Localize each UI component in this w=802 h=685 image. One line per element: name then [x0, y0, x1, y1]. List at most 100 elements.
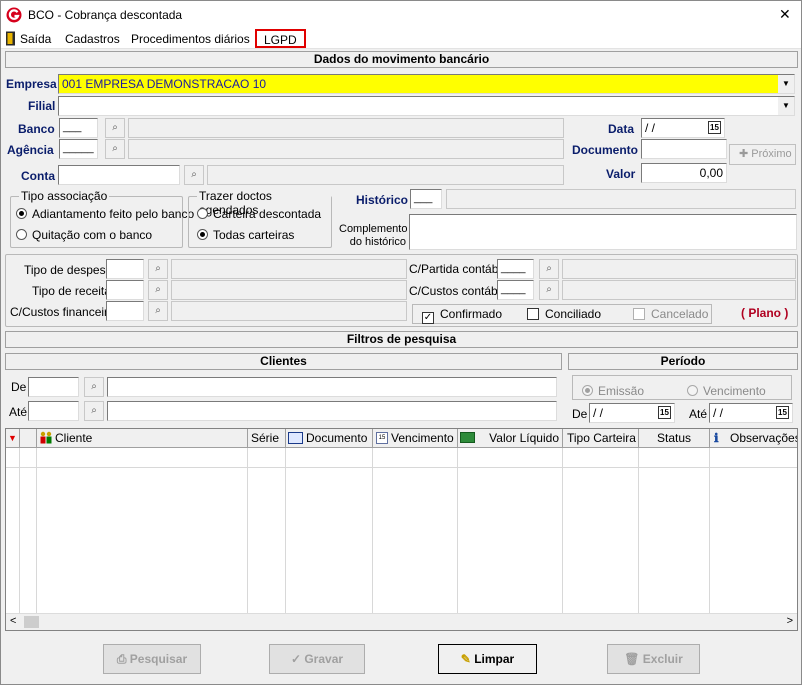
- pesquisar-label: Pesquisar: [129, 652, 188, 666]
- col-header-cliente[interactable]: Cliente: [37, 429, 248, 448]
- grid-column-line: [373, 448, 458, 613]
- col-header-serie[interactable]: Série: [248, 429, 286, 448]
- radio-quitacao[interactable]: Quitação com o banco: [16, 228, 152, 242]
- col-cliente-label: Cliente: [55, 431, 93, 445]
- horizontal-scrollbar[interactable]: < >: [6, 613, 797, 630]
- binoculars-icon[interactable]: ⌕: [184, 165, 204, 185]
- menu-procedimentos[interactable]: Procedimentos diários: [131, 32, 250, 46]
- radio-on-icon: [197, 229, 208, 240]
- menu-saida[interactable]: Saída: [20, 32, 51, 46]
- section-dados-header: Dados do movimento bancário: [5, 51, 798, 68]
- binoculars-icon[interactable]: ⌕: [84, 401, 104, 421]
- binoculars-icon[interactable]: ⌕: [148, 259, 168, 279]
- info-icon: ℹ: [714, 431, 719, 445]
- menu-lgpd[interactable]: LGPD: [255, 29, 306, 48]
- historico-input[interactable]: ___: [410, 189, 442, 209]
- col-header-documento[interactable]: Documento: [286, 429, 373, 448]
- grid-column-line: [37, 448, 248, 613]
- menu-cadastros[interactable]: Cadastros: [65, 32, 120, 46]
- tipo-receita-input[interactable]: [106, 280, 144, 300]
- chevron-down-icon[interactable]: ▼: [778, 97, 794, 115]
- radio-quitacao-label: Quitação com o banco: [32, 228, 153, 242]
- confirmado-checkbox[interactable]: ✓ Confirmado: [422, 307, 502, 324]
- clientes-header: Clientes: [5, 353, 562, 370]
- agencia-input[interactable]: _____: [59, 139, 98, 159]
- grid-column-line: [6, 448, 20, 613]
- binoculars-icon[interactable]: ⌕: [148, 301, 168, 321]
- gravar-button[interactable]: ✓ Gravar: [269, 644, 365, 674]
- clientes-de-input[interactable]: [28, 377, 79, 397]
- tipo-associacao-title: Tipo associação: [19, 189, 110, 203]
- section-filtros-header: Filtros de pesquisa: [5, 331, 798, 348]
- periodo-de-input[interactable]: / / 15: [589, 403, 675, 423]
- empresa-label: Empresa: [6, 77, 57, 91]
- scroll-left-icon[interactable]: <: [10, 615, 16, 627]
- calendar-icon: 15: [376, 432, 388, 444]
- col-header-status[interactable]: Status: [639, 429, 710, 448]
- radio-on-icon: [16, 208, 27, 219]
- calendar-icon[interactable]: 15: [776, 406, 789, 419]
- partida-contabil-input[interactable]: ____: [497, 259, 534, 279]
- grid-column-line: [458, 448, 563, 613]
- banco-label: Banco: [18, 122, 55, 136]
- radio-carteira-descontada[interactable]: Carteira descontada: [197, 207, 321, 221]
- app-logo-icon: [6, 7, 22, 23]
- col-header-tipo-carteira[interactable]: Tipo Carteira: [563, 429, 639, 448]
- broom-icon: ✎: [460, 652, 475, 666]
- table-row[interactable]: [6, 467, 797, 468]
- conta-input[interactable]: [58, 165, 180, 185]
- radio-adiantamento[interactable]: Adiantamento feito pelo banco: [16, 207, 194, 221]
- clientes-de-description[interactable]: [107, 377, 557, 397]
- empresa-select[interactable]: 001 EMPRESA DEMONSTRACAO 10 ▼: [58, 74, 795, 94]
- periodo-ate-input[interactable]: / / 15: [709, 403, 793, 423]
- col-header-observacoes[interactable]: ℹ Observações: [710, 429, 797, 448]
- col-observacoes-label: Observações: [730, 431, 797, 445]
- banco-input[interactable]: ___: [59, 118, 98, 138]
- complemento-textarea[interactable]: [409, 214, 797, 250]
- filial-select[interactable]: ▼: [58, 96, 795, 116]
- pesquisar-button[interactable]: ⎙ Pesquisar: [103, 644, 201, 674]
- calendar-icon[interactable]: 15: [658, 406, 671, 419]
- proximo-button[interactable]: ✚ Próximo: [729, 144, 796, 165]
- limpar-button[interactable]: ✎ Limpar: [438, 644, 537, 674]
- grid-check-header: [20, 429, 37, 448]
- empresa-value: 001 EMPRESA DEMONSTRACAO 10: [62, 77, 267, 91]
- tipo-despesa-input[interactable]: [106, 259, 144, 279]
- plano-link[interactable]: ( Plano ): [741, 306, 788, 320]
- agencia-label: Agência: [7, 143, 54, 157]
- binoculars-icon[interactable]: ⌕: [84, 377, 104, 397]
- documento-input[interactable]: [641, 139, 727, 159]
- binoculars-icon[interactable]: ⌕: [539, 280, 559, 300]
- scroll-right-icon[interactable]: >: [787, 615, 793, 627]
- radio-off-icon: [16, 229, 27, 240]
- confirmado-label: Confirmado: [440, 307, 503, 321]
- col-documento-label: Documento: [306, 431, 368, 445]
- radio-off-icon: [687, 385, 698, 396]
- custos-contabil-description: [562, 280, 796, 300]
- tipo-receita-label: Tipo de receita: [32, 284, 111, 298]
- clientes-ate-description[interactable]: [107, 401, 557, 421]
- binoculars-icon[interactable]: ⌕: [105, 118, 125, 138]
- clientes-ate-label: Até: [9, 405, 28, 419]
- col-header-vencimento[interactable]: 15 Vencimento: [373, 429, 458, 448]
- excluir-button[interactable]: 🗑 Excluir: [607, 644, 700, 674]
- clientes-ate-input[interactable]: [28, 401, 79, 421]
- col-header-valor-liquido[interactable]: Valor Líquido: [458, 429, 563, 448]
- data-input[interactable]: / / 15: [641, 118, 725, 138]
- chevron-down-icon[interactable]: ▼: [778, 75, 794, 93]
- custos-financeiro-input[interactable]: [106, 301, 144, 321]
- results-grid[interactable]: ▼ Cliente Série Documento 15 Vencimento …: [5, 428, 798, 631]
- custos-contabil-input[interactable]: ____: [497, 280, 534, 300]
- binoculars-icon[interactable]: ⌕: [539, 259, 559, 279]
- close-button[interactable]: ✕: [779, 6, 791, 23]
- valor-input[interactable]: 0,00: [641, 163, 727, 183]
- conta-label: Conta: [21, 169, 55, 183]
- scroll-thumb[interactable]: [24, 616, 39, 628]
- binoculars-icon[interactable]: ⌕: [148, 280, 168, 300]
- grid-column-line: [248, 448, 286, 613]
- grid-indicator-header: ▼: [6, 429, 20, 448]
- binoculars-icon[interactable]: ⌕: [105, 139, 125, 159]
- conciliado-checkbox[interactable]: Conciliado: [527, 307, 601, 321]
- radio-todas-carteiras[interactable]: Todas carteiras: [197, 228, 294, 242]
- calendar-icon[interactable]: 15: [708, 121, 721, 134]
